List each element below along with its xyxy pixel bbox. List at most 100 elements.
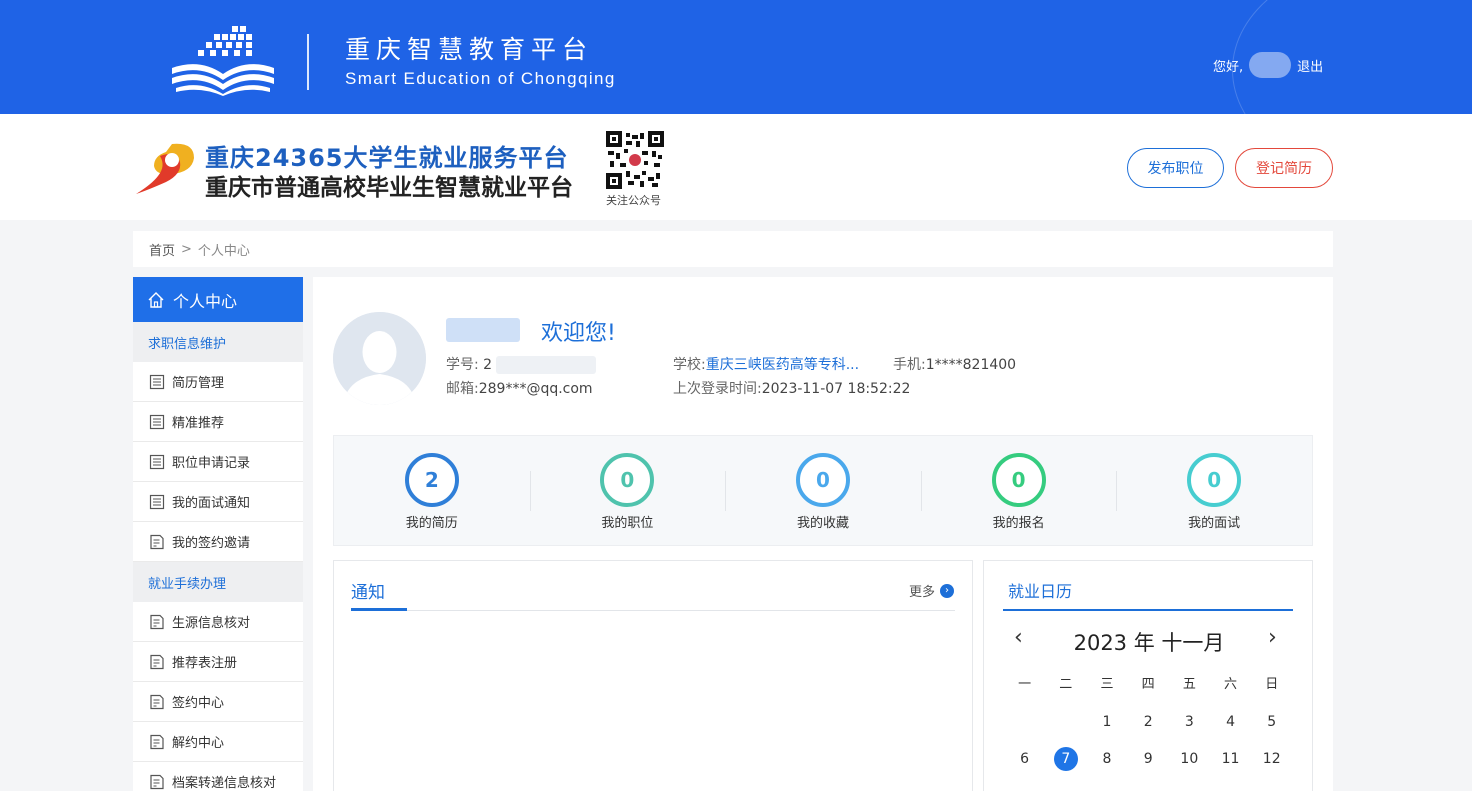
- calendar-day[interactable]: 1: [1086, 710, 1127, 734]
- sidebar-item-label: 解约中心: [172, 736, 225, 751]
- stat-count: 0: [991, 453, 1046, 507]
- platform-title: 重庆智慧教育平台: [345, 35, 594, 64]
- main-panel: 欢迎您! 学号: 2 学校:重庆三峡医药高等专科... 手机:1****8214…: [313, 277, 1333, 791]
- stat-label: 我的简历: [405, 516, 458, 531]
- publish-job-button[interactable]: 发布职位: [1127, 148, 1224, 188]
- notice-divider: [351, 610, 955, 611]
- phone-value: 1****821400: [925, 357, 1017, 373]
- document-icon: [149, 374, 165, 389]
- calendar-day: [1045, 710, 1086, 734]
- calendar-day: [1004, 710, 1045, 734]
- more-link[interactable]: 更多 ›: [909, 581, 954, 600]
- sidebar-item-interview-notice[interactable]: 我的面试通知: [133, 482, 303, 522]
- weekday-label: 五: [1182, 677, 1196, 692]
- sidebar-item-resume-management[interactable]: 简历管理: [133, 362, 303, 402]
- greeting-text: 您好,: [1213, 59, 1244, 75]
- next-month-icon[interactable]: ›: [1268, 625, 1277, 650]
- sidebar-item-label: 推荐表注册: [172, 656, 238, 671]
- sidebar-item-label: 我的面试通知: [172, 496, 251, 511]
- tab-active-indicator: [351, 608, 407, 611]
- calendar-day[interactable]: 6: [1004, 747, 1045, 771]
- calendar-day[interactable]: 11: [1210, 747, 1251, 771]
- stat-label: 我的收藏: [796, 516, 849, 531]
- form-icon: [150, 614, 164, 629]
- stat-my-resume[interactable]: 2 我的简历: [334, 436, 530, 545]
- stats-panel: 2 我的简历 0 我的职位 0 我的收藏 0 我的报名 0 我的面试: [333, 435, 1313, 546]
- weekday-label: 三: [1100, 677, 1114, 692]
- sidebar-item-recommendation-form[interactable]: 推荐表注册: [133, 642, 303, 682]
- home-icon: [148, 291, 164, 308]
- sidebar-item-signing-center[interactable]: 签约中心: [133, 682, 303, 722]
- last-login-label: 上次登录时间:: [673, 381, 762, 397]
- sidebar-item-label: 精准推荐: [172, 416, 225, 431]
- logout-link[interactable]: 退出: [1297, 56, 1323, 75]
- sidebar-item-application-records[interactable]: 职位申请记录: [133, 442, 303, 482]
- sidebar-item-recommendation[interactable]: 精准推荐: [133, 402, 303, 442]
- sidebar-item-source-info-check[interactable]: 生源信息核对: [133, 602, 303, 642]
- user-area: 您好, 退出: [1213, 52, 1323, 78]
- student-id-value: 2: [483, 357, 493, 373]
- calendar-nav: 2023 年 十一月 ‹ ›: [984, 625, 1314, 655]
- breadcrumb-separator: >: [181, 241, 192, 257]
- document-icon: [149, 494, 165, 509]
- weekday-label: 六: [1224, 677, 1238, 692]
- welcome-text: 欢迎您!: [541, 321, 616, 346]
- platform-logo-icon: [172, 26, 274, 96]
- phone-label: 手机:: [893, 357, 926, 373]
- calendar-day-today[interactable]: 7: [1045, 747, 1086, 771]
- calendar-day[interactable]: 3: [1169, 710, 1210, 734]
- calendar-day[interactable]: 10: [1169, 747, 1210, 771]
- stat-my-jobs[interactable]: 0 我的职位: [529, 436, 726, 545]
- sidebar-item-label: 档案转递信息核对: [172, 776, 277, 791]
- sidebar-item-label: 职位申请记录: [172, 456, 251, 471]
- register-resume-button[interactable]: 登记简历: [1235, 148, 1333, 188]
- stat-count: 2: [404, 453, 459, 507]
- prev-month-icon[interactable]: ‹: [1014, 625, 1023, 650]
- email-label: 邮箱:: [446, 381, 479, 397]
- weekday-label: 四: [1141, 677, 1155, 692]
- email-field: 邮箱:289***@qq.com: [446, 378, 593, 398]
- form-icon: [150, 694, 164, 709]
- sidebar-group-procedures: 就业手续办理: [133, 562, 303, 602]
- calendar-day[interactable]: 8: [1086, 747, 1127, 771]
- sidebar-item-archive-transfer[interactable]: 档案转递信息核对: [133, 762, 303, 791]
- default-avatar-icon: [333, 312, 426, 405]
- stat-my-registrations[interactable]: 0 我的报名: [920, 436, 1117, 545]
- stat-my-favorites[interactable]: 0 我的收藏: [725, 436, 921, 545]
- top-bar: 重庆智慧教育平台 Smart Education of Chongqing 您好…: [0, 0, 1472, 114]
- school-value[interactable]: 重庆三峡医药高等专科...: [706, 357, 859, 373]
- sidebar-head-label: 个人中心: [173, 291, 238, 311]
- student-id-label: 学号:: [446, 357, 479, 373]
- phone-field: 手机:1****821400: [893, 354, 1016, 374]
- stat-my-interviews[interactable]: 0 我的面试: [1116, 436, 1312, 545]
- calendar-title-underline: [1003, 609, 1293, 611]
- tab-notice[interactable]: 通知: [351, 578, 385, 603]
- user-name-redacted: [1249, 52, 1292, 78]
- stat-label: 我的报名: [992, 516, 1045, 531]
- employment-platform-logo-icon: [136, 143, 194, 194]
- student-id-redacted: [496, 356, 597, 374]
- student-id-field: 学号: 2: [446, 354, 597, 374]
- sidebar-item-signing-invitation[interactable]: 我的签约邀请: [133, 522, 303, 562]
- sidebar-item-termination-center[interactable]: 解约中心: [133, 722, 303, 762]
- calendar-day[interactable]: 12: [1251, 747, 1292, 771]
- qr-code-icon: [606, 131, 664, 189]
- notice-panel: 通知 更多 ›: [333, 560, 973, 791]
- calendar-day[interactable]: 5: [1251, 710, 1292, 734]
- calendar-day[interactable]: 4: [1210, 710, 1251, 734]
- weekday-label: 一: [1018, 677, 1032, 692]
- sidebar-head[interactable]: 个人中心: [133, 277, 303, 322]
- stat-label: 我的职位: [601, 516, 654, 531]
- avatar: [333, 312, 426, 405]
- calendar-day[interactable]: 9: [1128, 747, 1169, 771]
- user-name-redacted: [446, 318, 520, 342]
- weekday-label: 日: [1265, 677, 1279, 692]
- sidebar-item-label: 签约中心: [172, 696, 225, 711]
- breadcrumb-home[interactable]: 首页: [149, 240, 175, 259]
- school-field: 学校:重庆三峡医药高等专科...: [673, 354, 859, 374]
- logo-divider: [307, 34, 309, 90]
- platform-subtitle: Smart Education of Chongqing: [345, 69, 616, 88]
- calendar-day[interactable]: 2: [1128, 710, 1169, 734]
- chevron-right-icon: ›: [940, 583, 954, 598]
- stat-count: 0: [1187, 453, 1242, 507]
